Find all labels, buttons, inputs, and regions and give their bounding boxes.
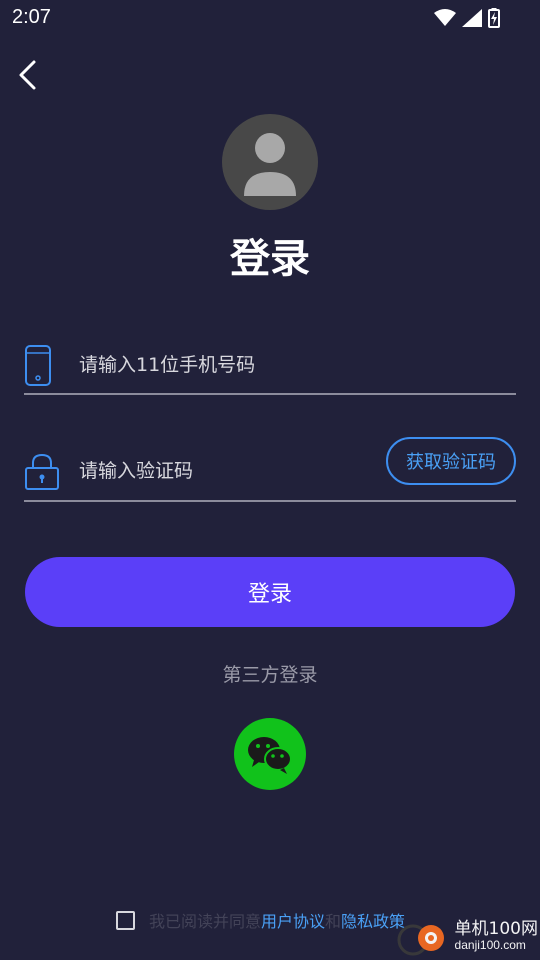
back-button[interactable]: [10, 55, 50, 95]
verification-code-field: 获取验证码: [24, 437, 516, 502]
wechat-icon: [248, 737, 292, 774]
watermark-sub-text: danji100.com: [454, 937, 526, 952]
status-bar: 2:07: [0, 0, 540, 36]
status-icons: [434, 8, 500, 28]
phone-field: [24, 340, 516, 395]
phone-icon: [25, 345, 51, 386]
watermark-main-text: 单机100网: [454, 918, 538, 939]
lock-icon: [25, 453, 59, 490]
third-party-login-label: 第三方登录: [222, 664, 318, 686]
battery-charging-icon: [488, 8, 500, 28]
status-time: 2:07: [12, 6, 51, 28]
agreement-and: 和: [325, 912, 342, 931]
watermark: 单机100网 danji100.com: [395, 914, 538, 958]
get-code-button[interactable]: 获取验证码: [386, 437, 516, 485]
signal-icon: [462, 9, 482, 27]
page-title: 登录: [230, 236, 310, 282]
wifi-icon: [434, 9, 456, 26]
avatar: [222, 114, 318, 210]
phone-input[interactable]: [79, 354, 379, 376]
login-button[interactable]: 登录: [25, 557, 515, 627]
verification-code-input[interactable]: [79, 460, 379, 482]
agreement-row: 我已阅读并同意 用户协议 和 隐私政策: [116, 908, 405, 932]
wechat-login-button[interactable]: [234, 718, 306, 790]
chevron-left-icon: [19, 60, 36, 90]
user-agreement-link[interactable]: 用户协议: [261, 908, 325, 932]
agreement-prefix: 我已阅读并同意: [149, 912, 262, 931]
agreement-checkbox[interactable]: [116, 910, 135, 930]
user-avatar-icon: [244, 133, 296, 196]
watermark-logo-icon: [397, 924, 444, 956]
